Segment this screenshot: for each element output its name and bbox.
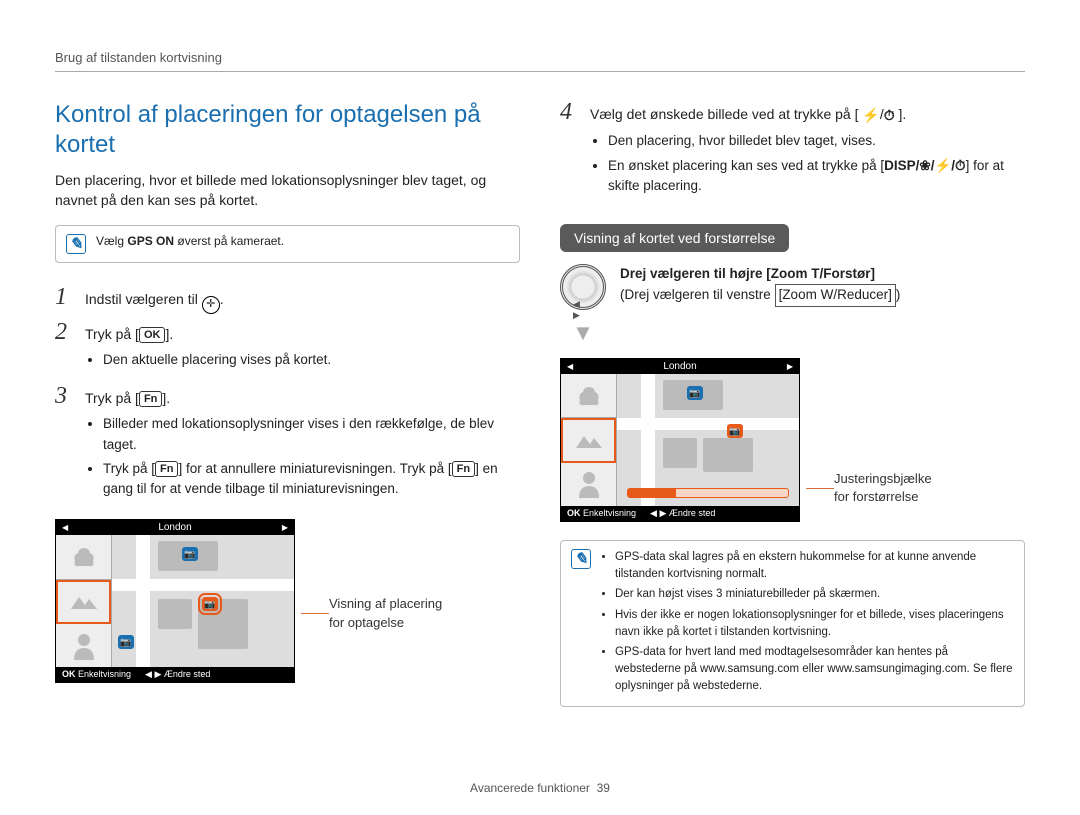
- bullet: Den placering, hvor billedet blev taget,…: [608, 131, 1025, 151]
- thumbnail: [56, 535, 111, 579]
- camera-pin-selected-icon: 📷: [202, 597, 218, 611]
- step-3: 3 Tryk på [Fn].: [55, 384, 520, 408]
- callout-zoom-bar: Justeringsbjælkefor forstørrelse: [834, 470, 932, 506]
- camera-pin-icon: 📷: [687, 386, 703, 400]
- fn-key: Fn: [155, 461, 178, 477]
- page-footer: Avancerede funktioner 39: [0, 781, 1080, 795]
- zoom-dial-row: Drej vælgeren til højre [Zoom T/Forstør]…: [560, 264, 1025, 310]
- step-number: 1: [55, 285, 75, 309]
- bullet: Billeder med lokationsoplysninger vises …: [103, 414, 520, 455]
- intro-text: Den placering, hvor et billede med lokat…: [55, 170, 520, 211]
- note-item: Der kan højst vises 3 miniaturebilleder …: [615, 586, 1014, 603]
- step-3-text-a: Tryk på [: [85, 390, 139, 406]
- gps-mode-icon: [202, 296, 220, 314]
- camera-pin-icon: 📷: [182, 547, 198, 561]
- step-4-text-b: ].: [899, 106, 907, 122]
- running-header: Brug af tilstanden kortvisning: [55, 50, 1025, 72]
- arrow-down-icon: ▼: [560, 320, 606, 346]
- step-3-bullets: Billeder med lokationsoplysninger vises …: [87, 414, 520, 499]
- camera-screen: ◀ London ▶: [560, 358, 800, 522]
- note-item: GPS-data for hvert land med modtagelseso…: [615, 644, 1014, 694]
- step-number: 3: [55, 384, 75, 408]
- step-4-bullets: Den placering, hvor billedet blev taget,…: [592, 131, 1025, 196]
- section-heading-zoom: Visning af kortet ved forstørrelse: [560, 224, 789, 252]
- zoom-bar: [627, 488, 789, 498]
- bullet: Den aktuelle placering vises på kortet.: [103, 350, 520, 370]
- thumbnail: [561, 374, 616, 418]
- ok-key: OK: [139, 327, 166, 343]
- thumbnail-column: [561, 374, 617, 506]
- callout-shooting-location: Visning af placeringfor optagelse: [329, 595, 442, 631]
- step-2-text-b: ].: [165, 326, 173, 342]
- zoom-dial-text: Drej vælgeren til højre [Zoom T/Forstør]…: [620, 264, 900, 310]
- step-3-text-b: ].: [162, 390, 170, 406]
- note-item: Hvis der ikke er nogen lokationsoplysnin…: [615, 607, 1014, 640]
- thumbnail: [56, 624, 111, 667]
- screen-city: London: [579, 361, 781, 372]
- screen-footer: OK Enkeltvisning ◀ ▶ Ændre sted: [56, 667, 294, 682]
- step-number: 4: [560, 100, 580, 124]
- note-icon: ✎: [66, 234, 86, 254]
- note-item: GPS-data skal lagres på en ekstern hukom…: [615, 549, 1014, 582]
- left-column: Kontrol af placeringen for optagelsen på…: [55, 100, 520, 729]
- flash-icon: ⚡: [862, 105, 879, 125]
- note-text: Vælg GPS ON øverst på kameraet.: [96, 234, 284, 248]
- camera-pin-icon: 📷: [118, 635, 134, 649]
- camera-screen-right: ◀ London ▶: [560, 352, 1025, 522]
- note-gps-on: ✎ Vælg GPS ON øverst på kameraet.: [55, 225, 520, 263]
- zoom-dial-icon: [560, 264, 606, 310]
- thumbnail-selected: [56, 580, 111, 624]
- camera-screen-left: ◀ London ▶: [55, 513, 520, 683]
- fn-key: Fn: [139, 391, 162, 407]
- thumbnail: [561, 463, 616, 506]
- bullet: Tryk på [Fn] for at annullere miniaturev…: [103, 459, 520, 500]
- note-icon: ✎: [571, 549, 591, 569]
- fn-key: Fn: [452, 461, 475, 477]
- step-1-text: Indstil vælgeren til: [85, 291, 202, 307]
- step-4: 4 Vælg det ønskede billede ved at trykke…: [560, 100, 1025, 125]
- step-number: 2: [55, 320, 75, 344]
- note-list: GPS-data skal lagres på en ekstern hukom…: [601, 549, 1014, 698]
- timer-icon: ⏱: [884, 105, 895, 125]
- thumbnail-column: [56, 535, 112, 667]
- right-column: 4 Vælg det ønskede billede ved at trykke…: [560, 100, 1025, 729]
- bullet: En ønsket placering kan ses ved at trykk…: [608, 156, 1025, 197]
- camera-pin-icon: 📷: [727, 424, 743, 438]
- step-2-bullets: Den aktuelle placering vises på kortet.: [87, 350, 520, 370]
- screen-city: London: [74, 522, 276, 533]
- screen-footer: OK Enkeltvisning ◀ ▶ Ændre sted: [561, 506, 799, 521]
- page-title: Kontrol af placeringen for optagelsen på…: [55, 100, 520, 160]
- camera-screen: ◀ London ▶: [55, 519, 295, 683]
- screen-titlebar: ◀ London ▶: [56, 520, 294, 535]
- step-2: 2 Tryk på [OK].: [55, 320, 520, 344]
- thumbnail-selected: [561, 418, 616, 462]
- map-area: 📷 📷 📷: [112, 535, 294, 667]
- note-gps-details: ✎ GPS-data skal lagres på en ekstern huk…: [560, 540, 1025, 707]
- step-2-text-a: Tryk på [: [85, 326, 139, 342]
- screen-titlebar: ◀ London ▶: [561, 359, 799, 374]
- step-4-text-a: Vælg det ønskede billede ved at trykke p…: [590, 106, 858, 122]
- map-area: 📷 📷: [617, 374, 799, 506]
- step-1: 1 Indstil vælgeren til .: [55, 285, 520, 314]
